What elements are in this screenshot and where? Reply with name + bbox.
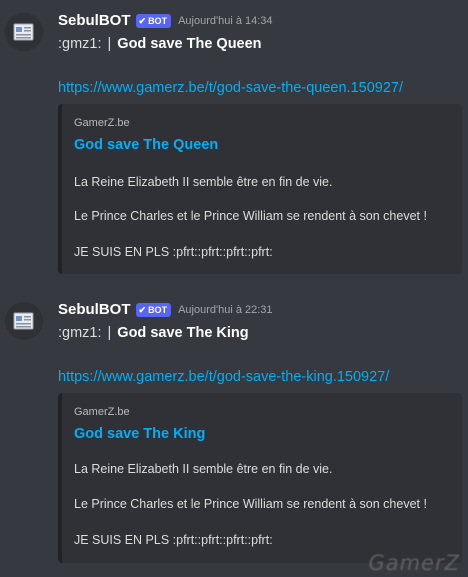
embed-description-line: La Reine Elizabeth II semble être en fin…: [74, 462, 333, 476]
watermark: GamerZ: [368, 551, 460, 575]
embed-provider[interactable]: GamerZ.be: [74, 406, 130, 418]
timestamp: Aujourd'hui à 22:31: [178, 303, 273, 316]
message-header: SebulBOT ✔ BOT Aujourd'hui à 22:31: [58, 301, 273, 318]
message-headline: God save The King: [117, 325, 249, 341]
message-2: SebulBOT ✔ BOT Aujourd'hui à 22:31 :gmz1…: [0, 290, 468, 577]
check-icon: ✔: [138, 15, 147, 26]
avatar[interactable]: [5, 302, 43, 340]
embed-description-line: La Reine Elizabeth II semble être en fin…: [74, 175, 333, 189]
avatar[interactable]: [5, 13, 43, 51]
message-headline: God save The Queen: [117, 36, 262, 52]
embed-description-line: JE SUIS EN PLS :pfrt::pfrt::pfrt::pfrt:: [74, 533, 273, 547]
embed-description-line: Le Prince Charles et le Prince William s…: [74, 497, 427, 511]
check-icon: ✔: [138, 304, 147, 315]
message-content: :gmz1: | God save The King: [58, 325, 249, 341]
emoji-code: :gmz1:: [58, 325, 102, 341]
timestamp: Aujourd'hui à 14:34: [178, 14, 273, 27]
bot-tag-label: BOT: [148, 15, 168, 26]
embed-description-line: Le Prince Charles et le Prince William s…: [74, 209, 427, 223]
embed-description-line: JE SUIS EN PLS :pfrt::pfrt::pfrt::pfrt:: [74, 245, 273, 259]
link-embed: GamerZ.be God save The King La Reine Eli…: [58, 393, 462, 563]
newspaper-icon: [13, 312, 34, 330]
embed-title[interactable]: God save The Queen: [74, 137, 218, 153]
emoji-code: :gmz1:: [58, 36, 102, 52]
bot-tag: ✔ BOT: [135, 13, 172, 28]
username[interactable]: SebulBOT: [58, 12, 131, 29]
newspaper-icon: [13, 23, 34, 41]
separator: |: [107, 36, 112, 52]
embed-title[interactable]: God save The King: [74, 426, 205, 442]
bot-tag: ✔ BOT: [135, 302, 172, 317]
bot-tag-label: BOT: [148, 304, 168, 315]
message-link[interactable]: https://www.gamerz.be/t/god-save-the-que…: [58, 80, 403, 96]
link-embed: GamerZ.be God save The Queen La Reine El…: [58, 104, 462, 274]
message-header: SebulBOT ✔ BOT Aujourd'hui à 14:34: [58, 12, 273, 29]
message-1: SebulBOT ✔ BOT Aujourd'hui à 14:34 :gmz1…: [0, 0, 468, 290]
separator: |: [107, 325, 112, 341]
embed-provider[interactable]: GamerZ.be: [74, 117, 130, 129]
username[interactable]: SebulBOT: [58, 301, 131, 318]
message-link[interactable]: https://www.gamerz.be/t/god-save-the-kin…: [58, 369, 389, 385]
message-content: :gmz1: | God save The Queen: [58, 36, 262, 52]
